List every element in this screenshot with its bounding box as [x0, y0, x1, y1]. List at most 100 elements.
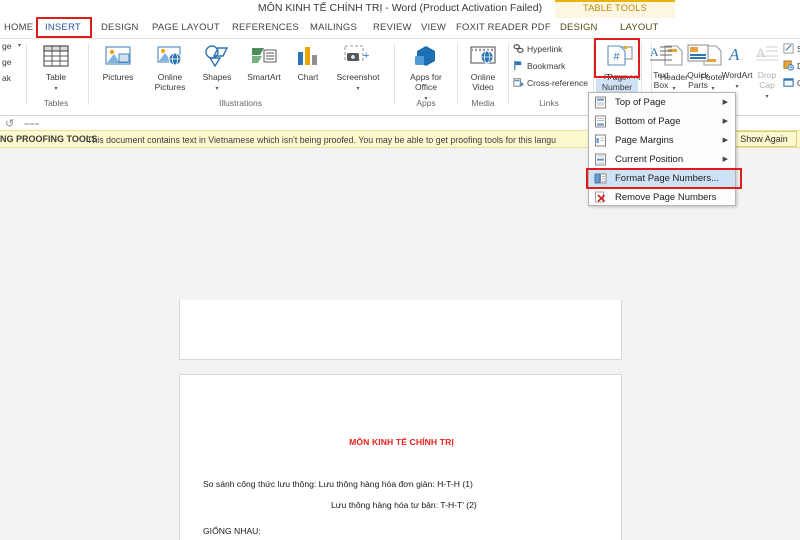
online-video-button[interactable]: Online Video: [461, 44, 505, 92]
wordart-icon: A: [718, 44, 756, 68]
word-application-window: MÔN KINH TẾ CHÍNH TRỊ - Word (Product Ac…: [0, 0, 800, 540]
pictures-button[interactable]: Pictures: [92, 44, 144, 82]
tab-design[interactable]: DESIGN: [101, 20, 139, 36]
tab-foxit-reader-pdf[interactable]: FOXIT READER PDF: [456, 20, 551, 36]
cross-reference-icon: [513, 77, 524, 90]
document-heading-title: MÔN KINH TẾ CHÍNH TRỊ: [349, 437, 454, 447]
chevron-right-icon: ▶: [722, 156, 728, 163]
chevron-right-icon: ▶: [722, 99, 728, 106]
quick-parts-label-line2: Parts: [688, 80, 708, 90]
hyperlink-button[interactable]: Hyperlink: [513, 43, 588, 56]
shapes-icon: [195, 44, 239, 70]
menu-item-current-position[interactable]: Current Position ▶: [589, 150, 735, 169]
object-icon: [783, 77, 794, 90]
title-bar: MÔN KINH TẾ CHÍNH TRỊ - Word (Product Ac…: [0, 0, 800, 18]
hyperlink-icon: [513, 43, 524, 56]
remove-page-numbers-icon: [594, 191, 607, 204]
online-pictures-icon: [146, 44, 194, 70]
menu-item-remove-page-numbers[interactable]: Remove Page Numbers: [589, 188, 735, 207]
document-page-current[interactable]: MÔN KINH TẾ CHÍNH TRỊ So sánh công thức …: [179, 374, 622, 540]
svg-text:+: +: [363, 50, 369, 62]
menu-item-bottom-of-page[interactable]: Bottom of Page ▶: [589, 112, 735, 131]
menu-item-page-margins[interactable]: Page Margins ▶: [589, 131, 735, 150]
group-label-tables: Tables: [43, 98, 69, 108]
table-button[interactable]: Table ▾: [32, 44, 80, 94]
screenshot-icon: +: [327, 44, 389, 70]
tab-table-tools-layout[interactable]: LAYOUT: [620, 20, 659, 36]
document-page-previous[interactable]: [179, 300, 622, 360]
online-video-label-line1: Online: [470, 72, 496, 82]
menu-item-top-of-page-label: Top of Page: [615, 97, 666, 108]
document-paragraph-2: Lưu thông hàng hóa tư bản: T-H-T’ (2): [331, 500, 477, 510]
shapes-button-label: Shapes: [202, 72, 232, 82]
tab-page-layout[interactable]: PAGE LAYOUT: [152, 20, 220, 36]
tab-mailings[interactable]: MAILINGS: [310, 20, 357, 36]
wordart-button-label: WordArt: [721, 70, 753, 80]
svg-text:A: A: [728, 45, 740, 64]
clipped-page-break-label[interactable]: ak: [2, 73, 11, 83]
wordart-button[interactable]: A WordArt ▾: [718, 44, 756, 92]
current-position-icon: [594, 153, 607, 166]
menu-item-top-of-page[interactable]: Top of Page ▶: [589, 93, 735, 112]
chart-icon: [290, 44, 326, 70]
table-button-label: Table: [45, 72, 67, 82]
cross-reference-label: Cross-reference: [527, 77, 588, 88]
chart-button[interactable]: Chart: [290, 44, 326, 82]
bookmark-button[interactable]: Bookmark: [513, 60, 588, 73]
group-divider: [394, 43, 395, 105]
online-pictures-button[interactable]: Online Pictures: [146, 44, 194, 92]
drop-cap-label-line2: Cap: [759, 80, 775, 90]
smartart-button-label: SmartArt: [247, 72, 281, 82]
smartart-button[interactable]: SmartArt: [239, 44, 289, 82]
group-divider: [457, 43, 458, 105]
online-video-icon: [461, 44, 505, 70]
date-and-time-button[interactable]: Da: [783, 60, 800, 73]
pictures-button-label: Pictures: [102, 72, 134, 82]
text-box-label-line1: Text: [653, 70, 669, 80]
object-button[interactable]: Ob: [783, 77, 800, 90]
signature-line-button[interactable]: Si: [783, 43, 800, 56]
smartart-icon: [239, 44, 289, 70]
clipped-blank-page-label[interactable]: ge: [2, 57, 11, 67]
chevron-down-icon: ▾: [765, 94, 769, 100]
customize-qat-icon[interactable]: ⩶: [24, 118, 39, 129]
online-pictures-label-line2: Pictures: [154, 82, 186, 92]
menu-item-current-position-label: Current Position: [615, 154, 684, 165]
date-time-icon: [783, 60, 794, 73]
apps-for-office-label-line1: Apps for: [410, 72, 442, 82]
group-label-illustrations: Illustrations: [219, 98, 262, 108]
svg-text:A: A: [756, 45, 766, 60]
chevron-down-icon: ▾: [18, 43, 22, 49]
signature-line-icon: [783, 43, 794, 56]
screenshot-button-label: Screenshot: [336, 72, 380, 82]
shapes-button[interactable]: Shapes ▾: [195, 44, 239, 94]
group-label-apps: Apps: [416, 98, 436, 108]
top-of-page-icon: [594, 96, 607, 109]
page-number-button-highlight-annotation: [594, 38, 640, 78]
clipped-cover-page-label[interactable]: ge: [2, 41, 11, 51]
tab-review[interactable]: REVIEW: [373, 20, 412, 36]
page-number-label-line2: Number: [601, 82, 633, 92]
tab-references[interactable]: REFERENCES: [232, 20, 299, 36]
apps-for-office-icon: [400, 44, 452, 70]
tab-table-tools-design[interactable]: DESIGN: [560, 20, 598, 36]
undo-icon[interactable]: ↺: [5, 117, 14, 130]
document-paragraph-1: So sánh công thức lưu thông: Lưu thông h…: [203, 479, 473, 489]
chevron-right-icon: ▶: [722, 137, 728, 144]
apps-for-office-button[interactable]: Apps for Office ▾: [400, 44, 452, 104]
cross-reference-button[interactable]: Cross-reference: [513, 77, 591, 90]
show-again-button[interactable]: Show Again: [731, 131, 797, 147]
menu-item-bottom-of-page-label: Bottom of Page: [615, 116, 681, 127]
drop-cap-button[interactable]: A Drop Cap ▾: [752, 44, 782, 102]
group-label-links: Links: [539, 98, 559, 108]
drop-cap-icon: A: [752, 44, 782, 68]
tab-home[interactable]: HOME: [4, 20, 33, 36]
menu-item-page-margins-label: Page Margins: [615, 135, 674, 146]
ribbon-tab-strip: HOME INSERT DESIGN PAGE LAYOUT REFERENCE…: [0, 18, 800, 38]
table-tools-accent-bar: [555, 0, 675, 2]
tab-view[interactable]: VIEW: [421, 20, 446, 36]
bookmark-label: Bookmark: [527, 60, 566, 71]
chevron-down-icon: ▾: [54, 86, 58, 92]
screenshot-button[interactable]: + Screenshot ▾: [327, 44, 389, 94]
group-divider: [26, 43, 27, 105]
